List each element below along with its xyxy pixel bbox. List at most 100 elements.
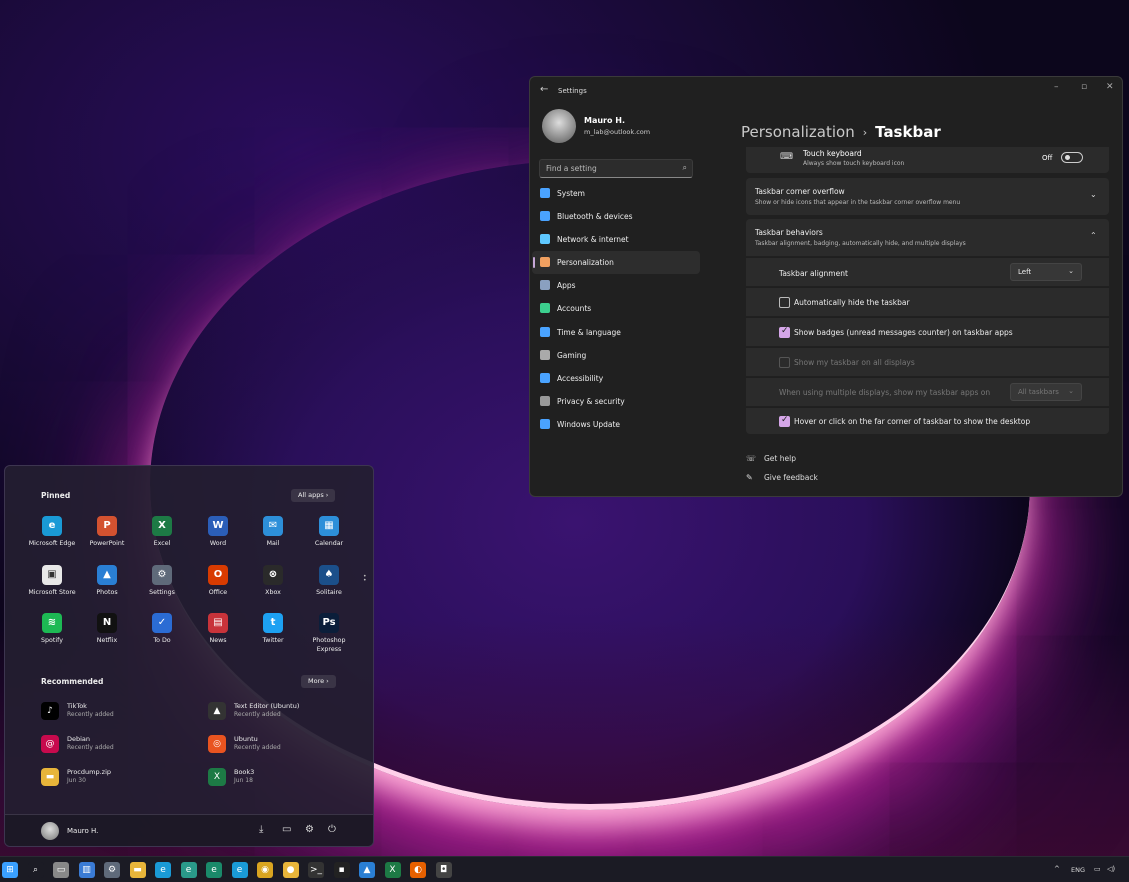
language-indicator[interactable]: ENG	[1071, 866, 1085, 874]
search-box[interactable]: ⌕	[539, 159, 693, 178]
search-icon[interactable]: ⌕	[27, 862, 44, 878]
pinned-app[interactable]: X Excel	[134, 516, 190, 548]
list-item[interactable]: ◎ Ubuntu Recently added	[208, 732, 368, 758]
far-corner-row[interactable]: Hover or click on the far corner of task…	[746, 407, 1109, 434]
pinned-app[interactable]: N Netflix	[79, 613, 135, 645]
avatar[interactable]	[41, 822, 59, 840]
volume-icon[interactable]: ◁)	[1107, 865, 1115, 873]
search-icon[interactable]: ⌕	[683, 163, 687, 173]
news-icon: ▤	[208, 613, 228, 633]
file-explorer-icon[interactable]: ▬	[129, 862, 146, 878]
pinned-app[interactable]: ▤ News	[190, 613, 246, 645]
chevron-up-icon[interactable]: ⌃	[1090, 231, 1097, 240]
power-icon[interactable]: ⏻	[328, 824, 336, 835]
firefox-icon[interactable]: ◐	[410, 862, 426, 878]
sidebar-item-network-internet[interactable]: Network & internet	[532, 228, 700, 251]
user-profile[interactable]: Mauro H. m_lab@outlook.com	[542, 109, 742, 149]
command-prompt-icon[interactable]: ▪	[333, 862, 350, 878]
pinned-app[interactable]: e Microsoft Edge	[24, 516, 80, 548]
list-item[interactable]: ♪ TikTok Recently added	[41, 699, 201, 725]
folder-icon: ▬	[41, 768, 59, 786]
pinned-app[interactable]: ✓ To Do	[134, 613, 190, 645]
auto-hide-row[interactable]: Automatically hide the taskbar	[746, 287, 1109, 316]
page-dots-indicator[interactable]: • •	[363, 574, 367, 584]
task-view-icon[interactable]: ▭	[53, 862, 69, 878]
sidebar-item-privacy-security[interactable]: Privacy & security	[532, 390, 700, 413]
breadcrumb-parent[interactable]: Personalization	[741, 123, 855, 141]
multi-display-row: When using multiple displays, show my ta…	[746, 377, 1109, 406]
sidebar-item-windows-update[interactable]: Windows Update	[532, 413, 700, 436]
sidebar-item-bluetooth-devices[interactable]: Bluetooth & devices	[532, 205, 700, 228]
sidebar-item-label: Time & language	[557, 327, 621, 337]
edge-icon[interactable]: e	[155, 862, 171, 878]
pinned-app[interactable]: t Twitter	[245, 613, 301, 645]
close-icon[interactable]: ✕	[1106, 82, 1114, 92]
photos-icon[interactable]: ▲	[359, 862, 375, 878]
chevron-down-icon[interactable]: ⌄	[1090, 190, 1097, 199]
person-icon	[540, 303, 550, 314]
penguin-icon: ▲	[208, 702, 226, 720]
list-item[interactable]: ▲ Text Editor (Ubuntu) Recently added	[208, 699, 368, 725]
alignment-dropdown[interactable]: Left ⌄	[1010, 263, 1082, 281]
sidebar-item-accessibility[interactable]: Accessibility	[532, 367, 700, 390]
windows-icon[interactable]: ⊞	[2, 862, 18, 878]
camera-icon[interactable]: ◘	[435, 862, 452, 878]
sidebar-item-accounts[interactable]: Accounts	[532, 297, 700, 320]
edge-canary-icon[interactable]: e	[231, 862, 248, 878]
maximize-icon[interactable]: ▫	[1081, 82, 1087, 92]
pinned-app[interactable]: ✉ Mail	[245, 516, 301, 548]
auto-hide-checkbox[interactable]	[779, 297, 790, 308]
pinned-app[interactable]: W Word	[190, 516, 246, 548]
search-input[interactable]	[540, 160, 676, 177]
sidebar-item-apps[interactable]: Apps	[532, 274, 700, 297]
excel-icon[interactable]: X	[384, 862, 401, 878]
list-item[interactable]: ▬ Procdump.zip Jun 30	[41, 765, 201, 791]
taskbar-behaviors-header[interactable]: Taskbar behaviors Taskbar alignment, bad…	[746, 219, 1109, 256]
mail-icon: ✉	[263, 516, 283, 536]
pinned-app[interactable]: ▦ Calendar	[301, 516, 357, 548]
pinned-app[interactable]: ▣ Microsoft Store	[24, 565, 80, 597]
sidebar-item-system[interactable]: System	[532, 182, 700, 205]
minimize-icon[interactable]: –	[1054, 82, 1059, 92]
tray-overflow-chevron-icon[interactable]: ^	[1054, 865, 1060, 873]
widgets-icon[interactable]: ▥	[78, 862, 95, 878]
folder-icon[interactable]: ▭	[282, 824, 291, 835]
more-button[interactable]: More ›	[301, 675, 336, 688]
chrome-canary-icon[interactable]: ●	[282, 862, 299, 878]
settings-icon[interactable]: ⚙	[104, 862, 120, 878]
list-item[interactable]: @ Debian Recently added	[41, 732, 201, 758]
list-item[interactable]: X Book3 Jun 18	[208, 765, 368, 791]
all-displays-label: Show my taskbar on all displays	[794, 358, 915, 367]
accessibility-icon	[540, 372, 550, 383]
pinned-app[interactable]: ▲ Photos	[79, 565, 135, 597]
pinned-app[interactable]: ♠ Solitaire	[301, 565, 357, 597]
badges-row[interactable]: Show badges (unread messages counter) on…	[746, 317, 1109, 346]
pinned-app[interactable]: ⊗ Xbox	[245, 565, 301, 597]
pinned-app[interactable]: Ps Photoshop Express	[301, 613, 357, 654]
corner-overflow-panel[interactable]: Taskbar corner overflow Show or hide ico…	[746, 178, 1109, 215]
sidebar-item-gaming[interactable]: Gaming	[532, 344, 700, 367]
pinned-app[interactable]: O Office	[190, 565, 246, 597]
edge-dev-icon[interactable]: e	[206, 862, 222, 878]
sidebar-item-personalization[interactable]: Personalization	[532, 251, 700, 275]
pinned-app[interactable]: P PowerPoint	[79, 516, 135, 548]
all-apps-button[interactable]: All apps ›	[291, 489, 336, 502]
network-icon[interactable]: ▭	[1094, 865, 1101, 873]
terminal-icon[interactable]: >_	[308, 862, 324, 878]
get-help-label: Get help	[764, 454, 796, 463]
sidebar-item-time-language[interactable]: Time & language	[532, 321, 700, 344]
give-feedback-link[interactable]: ✎ Give feedback	[746, 473, 818, 482]
badges-checkbox[interactable]	[779, 326, 790, 338]
pinned-app[interactable]: ≋ Spotify	[24, 613, 80, 645]
far-corner-checkbox[interactable]	[779, 415, 790, 427]
chrome-icon[interactable]: ◉	[257, 862, 273, 878]
touch-keyboard-toggle[interactable]	[1061, 152, 1083, 163]
pinned-app[interactable]: ⚙ Settings	[134, 565, 190, 597]
gear-icon[interactable]: ⚙	[305, 824, 314, 835]
user-name[interactable]: Mauro H.	[67, 827, 98, 835]
get-help-link[interactable]: ☏ Get help	[746, 454, 796, 463]
download-icon[interactable]: ⤓	[259, 824, 263, 835]
edge-beta-icon[interactable]: e	[180, 862, 197, 878]
breadcrumb: Personalization › Taskbar	[741, 123, 941, 141]
back-arrow-icon[interactable]: ←	[540, 84, 548, 95]
